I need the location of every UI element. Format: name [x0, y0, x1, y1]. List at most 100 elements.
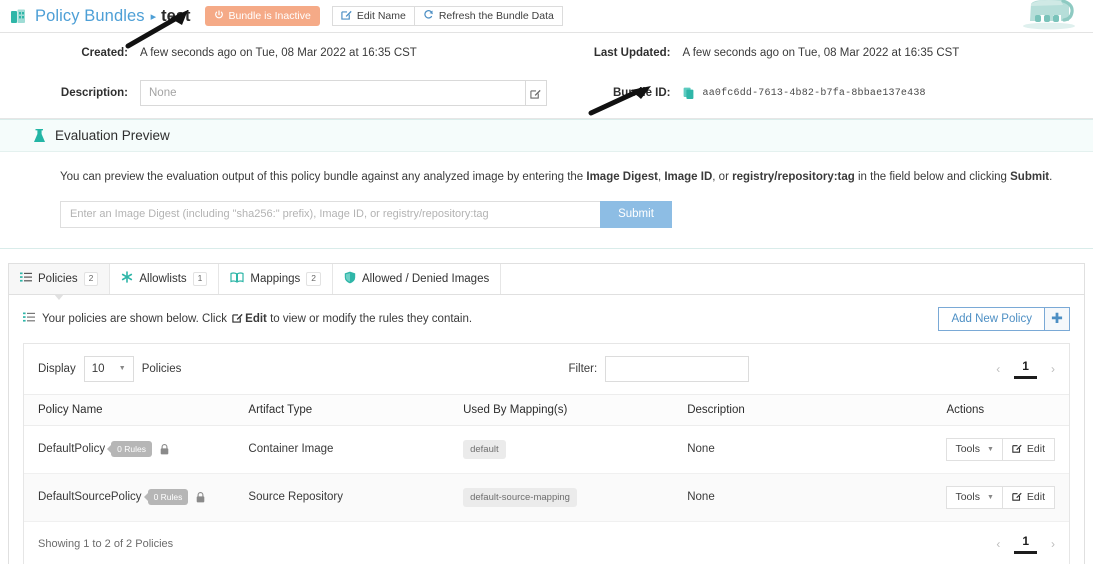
tab-policies[interactable]: Policies 2 — [9, 264, 110, 294]
edit-policy-button[interactable]: Edit — [1003, 438, 1055, 461]
rules-count-badge: 0 Rules — [111, 441, 152, 457]
created-value: A few seconds ago on Tue, 08 Mar 2022 at… — [140, 47, 417, 59]
evaluation-preview-description: You can preview the evaluation output of… — [60, 170, 1093, 185]
breadcrumb-separator-icon: ▸ — [151, 10, 157, 23]
image-digest-input[interactable] — [60, 201, 600, 228]
tab-mappings[interactable]: Mappings 2 — [219, 264, 333, 294]
cell-description: None — [687, 473, 946, 521]
row-actions: Tools ▼ — [946, 486, 1055, 509]
refresh-icon — [423, 9, 434, 23]
policy-name-text: DefaultPolicy — [38, 443, 105, 455]
col-actions: Actions — [946, 394, 1069, 425]
edit-policy-button[interactable]: Edit — [1003, 486, 1055, 509]
evaluation-preview-panel: Evaluation Preview You can preview the e… — [0, 119, 1093, 249]
eval-desc-part3: , or — [712, 171, 732, 183]
policy-bundle-icon — [10, 8, 27, 25]
display-suffix-label: Policies — [142, 363, 182, 375]
display-label: Display — [38, 363, 76, 375]
chevron-down-icon: ▼ — [119, 365, 126, 372]
edit-name-label: Edit Name — [357, 10, 406, 22]
policies-panel-toolbar: Your policies are shown below. Click Edi… — [9, 295, 1084, 343]
tab-allowlists[interactable]: Allowlists 1 — [110, 264, 219, 294]
pager-prev-bottom[interactable]: ‹ — [996, 537, 1000, 551]
hint-edit-word: Edit — [245, 313, 267, 325]
policies-table-footer: Showing 1 to 2 of 2 Policies ‹ 1 › — [24, 522, 1069, 564]
cell-used-by-mapping: default — [463, 425, 687, 473]
tab-policies-label: Policies — [38, 273, 78, 285]
mapping-badge[interactable]: default-source-mapping — [463, 488, 577, 507]
row-actions: Tools ▼ — [946, 438, 1055, 461]
eval-desc-image-digest: Image Digest — [586, 171, 658, 183]
evaluation-preview-body: You can preview the evaluation output of… — [0, 152, 1093, 248]
tab-allowed-denied-label: Allowed / Denied Images — [362, 273, 489, 285]
tab-mappings-label: Mappings — [250, 273, 300, 285]
policies-pager-bottom: ‹ 1 › — [996, 534, 1055, 554]
eval-desc-registry-tag: registry/repository:tag — [732, 171, 855, 183]
bundle-inactive-toggle[interactable]: Bundle is Inactive — [205, 6, 320, 26]
edit-name-button[interactable]: Edit Name — [332, 6, 415, 26]
display-count-select[interactable]: 10 ▼ — [84, 356, 134, 382]
cell-description: None — [687, 425, 946, 473]
description-field: Description: — [0, 80, 547, 106]
tab-allowlists-badge: 1 — [193, 272, 208, 285]
tab-allowed-denied-images[interactable]: Allowed / Denied Images — [333, 264, 501, 294]
tools-dropdown-button[interactable]: Tools ▼ — [946, 438, 1002, 461]
eval-desc-part5: . — [1049, 171, 1052, 183]
col-artifact-type: Artifact Type — [248, 394, 463, 425]
copy-icon[interactable] — [683, 87, 695, 100]
eval-desc-image-id: Image ID — [664, 171, 712, 183]
book-icon — [230, 272, 244, 286]
bundle-id-label: Bundle ID: — [547, 87, 683, 99]
asterisk-icon — [121, 271, 133, 286]
chevron-down-icon: ▼ — [987, 446, 994, 453]
bundle-id-value: aa0fc6dd-7613-4b82-b7fa-8bbae137e438 — [703, 88, 926, 99]
cell-actions: Tools ▼ — [946, 473, 1069, 521]
refresh-bundle-button[interactable]: Refresh the Bundle Data — [415, 6, 563, 26]
evaluation-preview-form: Submit — [60, 201, 1093, 228]
pager-prev-top[interactable]: ‹ — [996, 362, 1000, 376]
lock-icon — [160, 444, 169, 455]
tools-label: Tools — [955, 491, 980, 503]
pencil-square-icon — [341, 9, 352, 23]
bundle-tabs: Policies 2 Allowlists 1 — [8, 263, 1085, 294]
display-count-group: Display 10 ▼ Policies — [38, 356, 181, 382]
eval-desc-part4: in the field below and clicking — [855, 171, 1010, 183]
bundle-inactive-label: Bundle is Inactive — [229, 10, 311, 22]
description-input[interactable] — [140, 80, 525, 106]
header-action-buttons: Edit Name Refresh the Bundle Data — [332, 6, 563, 26]
cell-artifact-type: Container Image — [248, 425, 463, 473]
filter-input[interactable] — [605, 356, 749, 382]
refresh-bundle-label: Refresh the Bundle Data — [439, 10, 554, 22]
created-field: Created: A few seconds ago on Tue, 08 Ma… — [0, 47, 547, 59]
policies-pager-top: ‹ 1 › — [996, 359, 1055, 379]
pager-page-1-top[interactable]: 1 — [1014, 359, 1037, 379]
mapping-badge[interactable]: default — [463, 440, 506, 459]
tools-dropdown-button[interactable]: Tools ▼ — [946, 486, 1002, 509]
pager-page-1-bottom[interactable]: 1 — [1014, 534, 1037, 554]
policy-name-wrap: DefaultPolicy 0 Rules — [38, 441, 248, 457]
table-header-row: Policy Name Artifact Type Used By Mappin… — [24, 394, 1069, 425]
pager-next-top[interactable]: › — [1051, 362, 1055, 376]
eval-desc-submit-word: Submit — [1010, 171, 1049, 183]
cell-actions: Tools ▼ — [946, 425, 1069, 473]
page-header: Policy Bundles ▸ test Bundle is Inactive — [0, 0, 1093, 33]
edit-policy-label: Edit — [1027, 443, 1045, 455]
flask-icon — [33, 128, 46, 144]
table-row: DefaultPolicy 0 Rules — [24, 425, 1069, 473]
hint-list-icon — [23, 312, 35, 326]
policies-table-controls: Display 10 ▼ Policies Filter: ‹ 1 — [24, 344, 1069, 394]
display-count-value: 10 — [92, 363, 105, 375]
add-new-policy-plus-icon[interactable]: ✚ — [1045, 307, 1070, 331]
edit-policy-label: Edit — [1027, 491, 1045, 503]
add-new-policy-button[interactable]: Add New Policy — [938, 307, 1045, 331]
col-used-by-mappings: Used By Mapping(s) — [463, 394, 687, 425]
policies-hint: Your policies are shown below. Click Edi… — [23, 312, 472, 326]
col-description: Description — [687, 394, 946, 425]
submit-button[interactable]: Submit — [600, 201, 672, 228]
tab-policies-badge: 2 — [84, 272, 99, 285]
power-icon — [214, 10, 224, 23]
description-edit-button[interactable] — [525, 80, 547, 106]
pager-next-bottom[interactable]: › — [1051, 537, 1055, 551]
bundle-id-field: Bundle ID: aa0fc6dd-7613-4b82-b7fa-8bbae… — [547, 87, 1093, 100]
breadcrumb-policy-bundles[interactable]: Policy Bundles — [35, 7, 145, 26]
